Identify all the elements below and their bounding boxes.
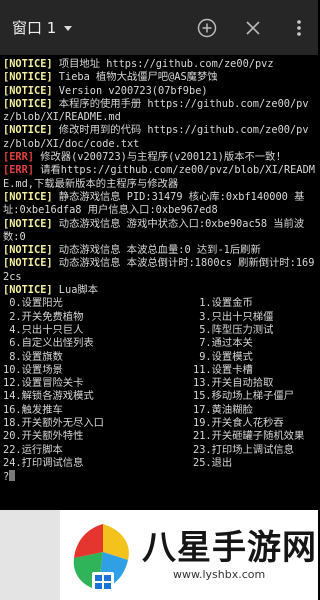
watermark-banner: 八星手游网 www.lyshbx.com bbox=[0, 510, 318, 600]
menu-item: 23.打印场上调试信息 bbox=[193, 443, 294, 456]
menu-item: 12.设置冒险关卡 bbox=[3, 377, 84, 390]
menu-item: 2.开关免费植物 bbox=[3, 310, 84, 323]
site-logo-icon bbox=[73, 524, 129, 592]
plus-circle-icon[interactable] bbox=[196, 17, 218, 39]
menu-item: 6.自定义出怪列表 bbox=[3, 337, 94, 350]
notice-tag: [NOTICE] bbox=[3, 124, 53, 137]
terminal-output[interactable]: [NOTICE] 项目地址 https://github.com/ze00/pv… bbox=[0, 55, 318, 510]
menu-item: 4.只出十只巨人 bbox=[3, 323, 84, 336]
watermark-brand: 八星手游网 bbox=[142, 528, 317, 568]
log-lines: [NOTICE] 项目地址 https://github.com/ze00/pv… bbox=[3, 58, 316, 297]
menu-item: 15.移动场上梯子僵尸 bbox=[193, 390, 294, 403]
log-message: Version v200723(07bf9be) bbox=[52, 84, 208, 97]
menu-item: 5.阵型压力测试 bbox=[193, 323, 274, 336]
menu-item: 13.开关自动拾取 bbox=[193, 377, 274, 390]
menu-item: 16.触发推车 bbox=[3, 403, 63, 416]
menu-item: 3.只出十只梯僵 bbox=[193, 310, 274, 323]
menu-item: 25.退出 bbox=[193, 456, 233, 469]
menu-item: 21.开关砸罐子随机效果 bbox=[193, 430, 305, 443]
log-line: [NOTICE] Tieba 植物大战僵尸吧@AS魔梦蚀 bbox=[3, 71, 316, 84]
log-line: [NOTICE] 本程序的使用手册 https://github.com/ze0… bbox=[3, 98, 316, 125]
log-line: [NOTICE] 项目地址 https://github.com/ze00/pv… bbox=[3, 58, 316, 71]
log-line: [NOTICE] 静态游戏信息 PID:31479 核心库:0xbf140000… bbox=[3, 191, 316, 218]
log-line: [NOTICE] 动态游戏信息 本波总倒计时:1800cs 刷新倒计时:1692… bbox=[3, 257, 316, 284]
menu-item: 24.打印调试信息 bbox=[3, 456, 84, 469]
menu-item: 20.开关额外特性 bbox=[3, 430, 84, 443]
notice-tag: [NOTICE] bbox=[3, 97, 53, 110]
menu-item: 7.通过本关 bbox=[193, 337, 253, 350]
more-vert-icon[interactable] bbox=[288, 17, 310, 39]
log-message: 动态游戏信息 本波总血量:0 达到-1后刷新 bbox=[52, 244, 261, 257]
window-selector[interactable]: 窗口 1 bbox=[12, 17, 73, 38]
chevron-down-icon bbox=[64, 26, 73, 31]
log-line: [ERR] 修改器(v200723)与主程序(v200121)版本不一致! bbox=[3, 151, 316, 164]
log-line: [NOTICE] 动态游戏信息 本波总血量:0 达到-1后刷新 bbox=[3, 244, 316, 257]
menu-item: 19.开关食人花秒吞 bbox=[193, 417, 284, 430]
notice-tag: [NOTICE] bbox=[3, 58, 53, 70]
log-line: [ERR] 请看https://github.com/ze00/pvz/blob… bbox=[3, 164, 316, 191]
notice-tag: [NOTICE] bbox=[3, 84, 53, 97]
log-message: 请看https://github.com/ze00/pvz/blob/XI/RE… bbox=[3, 164, 315, 190]
watermark-domain: www.lyshbx.com bbox=[173, 568, 266, 581]
menu-item: 10.设置场景 bbox=[3, 363, 63, 376]
watermark-side-panel bbox=[0, 510, 60, 600]
notice-tag: [NOTICE] bbox=[3, 257, 53, 270]
log-message: Lua脚本 bbox=[52, 284, 99, 297]
log-line: [NOTICE] 修改时用到的代码 https://github.com/ze0… bbox=[3, 124, 316, 151]
menu-item: 9.设置模式 bbox=[193, 350, 253, 363]
title-bar: 窗口 1 bbox=[0, 0, 318, 55]
menu-item: 17.黄油糊脸 bbox=[193, 403, 253, 416]
menu-item: 22.运行脚本 bbox=[3, 443, 63, 456]
log-line: [NOTICE] Lua脚本 bbox=[3, 284, 316, 297]
text-cursor bbox=[9, 470, 16, 482]
menu-item: 14.解锁各游戏模式 bbox=[3, 390, 94, 403]
error-tag: [ERR] bbox=[3, 151, 34, 164]
log-message: Tieba 植物大战僵尸吧@AS魔梦蚀 bbox=[52, 71, 218, 84]
menu-item: 1.设置金币 bbox=[193, 297, 253, 310]
log-line: [NOTICE] 动态游戏信息 游戏中状态入口:0xbe90ac58 当前波数:… bbox=[3, 218, 316, 245]
notice-tag: [NOTICE] bbox=[3, 190, 53, 203]
menu-item: 8.设置旗数 bbox=[3, 350, 63, 363]
window-label: 窗口 1 bbox=[12, 19, 57, 37]
notice-tag: [NOTICE] bbox=[3, 244, 53, 257]
menu-item: 11.设置卡槽 bbox=[193, 363, 253, 376]
notice-tag: [NOTICE] bbox=[3, 71, 53, 84]
menu-item: 0.设置阳光 bbox=[3, 297, 63, 310]
log-message: 项目地址 https://github.com/ze00/pvz bbox=[52, 58, 274, 70]
menu-item: 18.开关额外无尽入口 bbox=[3, 417, 104, 430]
notice-tag: [NOTICE] bbox=[3, 217, 53, 230]
log-line: [NOTICE] Version v200723(07bf9be) bbox=[3, 85, 316, 98]
lua-menu: 0.设置阳光 1.设置金币 2.开关免费植物 3.只出十只梯僵 4.只出十只巨人… bbox=[3, 297, 316, 470]
close-icon[interactable] bbox=[242, 17, 264, 39]
log-message: 修改器(v200723)与主程序(v200121)版本不一致! bbox=[34, 151, 282, 164]
error-tag: [ERR] bbox=[3, 164, 34, 177]
notice-tag: [NOTICE] bbox=[3, 284, 53, 297]
prompt-line[interactable]: ? bbox=[3, 470, 316, 484]
